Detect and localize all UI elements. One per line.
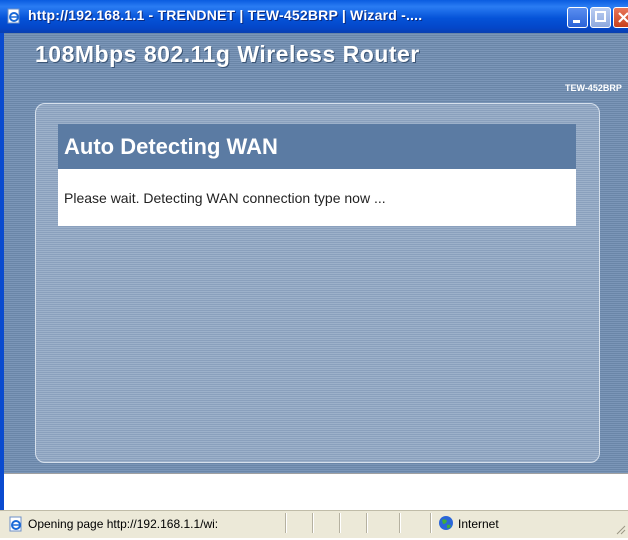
ie-page-icon <box>8 516 24 532</box>
window-title: http://192.168.1.1 - TRENDNET | TEW-452B… <box>28 7 423 23</box>
status-text: Opening page http://192.168.1.1/wi: <box>28 517 219 531</box>
status-separator <box>312 513 313 533</box>
page-blank-area <box>4 473 628 511</box>
status-separator <box>285 513 286 533</box>
resize-grip[interactable] <box>614 522 626 540</box>
maximize-button[interactable] <box>590 7 611 28</box>
status-separator <box>366 513 367 533</box>
ie-page-icon <box>6 8 22 24</box>
status-separator <box>430 513 431 533</box>
security-zone-label: Internet <box>458 517 499 531</box>
internet-globe-icon <box>438 515 454 531</box>
status-separator <box>399 513 400 533</box>
model-label: TEW-452BRP <box>565 83 622 93</box>
section-title: Auto Detecting WAN <box>64 134 278 159</box>
close-button[interactable] <box>613 7 628 28</box>
window-titlebar[interactable]: http://192.168.1.1 - TRENDNET | TEW-452B… <box>0 0 628 33</box>
product-title: 108Mbps 802.11g Wireless Router <box>35 41 420 67</box>
minimize-button[interactable] <box>567 7 588 28</box>
status-separator <box>339 513 340 533</box>
status-message: Please wait. Detecting WAN connection ty… <box>64 190 386 206</box>
